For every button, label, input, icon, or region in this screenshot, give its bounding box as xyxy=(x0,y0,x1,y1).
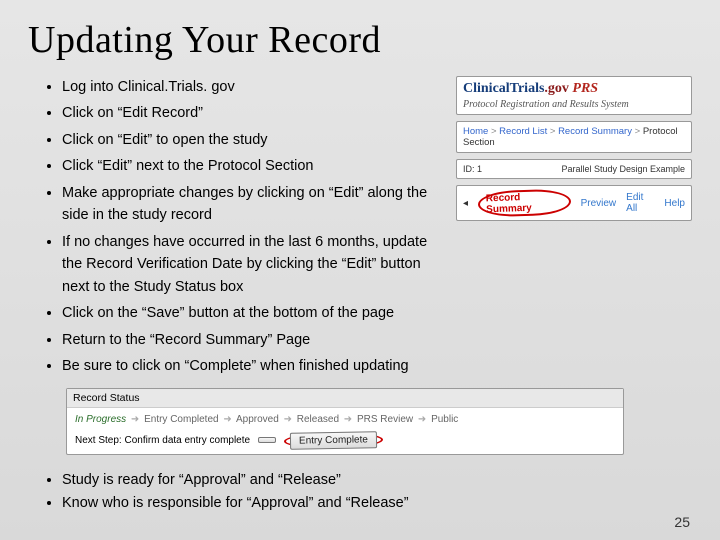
logo-text: PRS xyxy=(569,81,598,96)
preview-link[interactable]: Preview xyxy=(581,198,617,209)
record-title: Parallel Study Design Example xyxy=(561,164,685,174)
status-step: PRS Review xyxy=(357,414,413,425)
arrow-right-icon: ➜ xyxy=(129,414,141,425)
list-item: Be sure to click on “Complete” when fini… xyxy=(62,355,444,377)
status-step: Released xyxy=(297,414,339,425)
secondary-button[interactable] xyxy=(258,437,276,443)
status-step: Approved xyxy=(236,414,279,425)
list-item: Click on “Edit Record” xyxy=(62,102,444,124)
list-item: Click on the “Save” button at the bottom… xyxy=(62,302,444,324)
logo-text: ClinicalTrials xyxy=(463,81,544,96)
prs-screenshot-stack: ClinicalTrials.gov PRS Protocol Registra… xyxy=(456,76,692,382)
bullet-list-lower: Study is ready for “Approval” and “Relea… xyxy=(28,469,692,515)
crumb-sep: > xyxy=(491,126,499,137)
crumb-link[interactable]: Record Summary xyxy=(558,126,632,137)
list-item: Study is ready for “Approval” and “Relea… xyxy=(62,469,692,492)
slide-title: Updating Your Record xyxy=(28,18,692,62)
edit-all-link[interactable]: Edit All xyxy=(626,192,654,214)
logo-text: .gov xyxy=(544,81,569,96)
list-item: Click “Edit” next to the Protocol Sectio… xyxy=(62,155,444,177)
list-item: Make appropriate changes by clicking on … xyxy=(62,182,444,227)
page-number: 25 xyxy=(674,514,690,530)
nav-row-card: ◂ Record Summary Preview Edit All Help xyxy=(456,185,692,221)
chevron-left-icon: ◂ xyxy=(463,198,468,209)
crumb-sep: > xyxy=(550,126,558,137)
arrow-right-icon: ➜ xyxy=(282,414,294,425)
record-summary-link[interactable]: Record Summary xyxy=(478,188,571,217)
help-link[interactable]: Help xyxy=(664,198,685,209)
arrow-right-icon: ➜ xyxy=(221,414,233,425)
list-item: Log into Clinical.Trials. gov xyxy=(62,76,444,98)
crumb-link[interactable]: Record List xyxy=(499,126,547,137)
list-item: Click on “Edit” to open the study xyxy=(62,129,444,151)
arrow-right-icon: ➜ xyxy=(416,414,428,425)
record-status-heading: Record Status xyxy=(67,389,623,408)
prs-subtitle: Protocol Registration and Results System xyxy=(463,99,685,110)
crumb-sep: > xyxy=(635,126,643,137)
record-id: ID: 1 xyxy=(463,164,482,174)
crumb-link[interactable]: Home xyxy=(463,126,488,137)
status-step: Entry Completed xyxy=(144,414,218,425)
status-flow: In Progress ➜ Entry Completed ➜ Approved… xyxy=(75,414,615,425)
next-step-label: Next Step: Confirm data entry complete xyxy=(75,435,250,446)
list-item: Know who is responsible for “Approval” a… xyxy=(62,492,692,515)
arrow-right-icon: ➜ xyxy=(342,414,354,425)
prs-header-card: ClinicalTrials.gov PRS Protocol Registra… xyxy=(456,76,692,115)
record-status-screenshot: Record Status In Progress ➜ Entry Comple… xyxy=(66,388,624,455)
entry-complete-button[interactable]: Entry Complete xyxy=(290,431,377,450)
status-step: Public xyxy=(431,414,458,425)
status-step-current: In Progress xyxy=(75,414,126,425)
bullet-list: Log into Clinical.Trials. gov Click on “… xyxy=(28,76,444,382)
id-card: ID: 1 Parallel Study Design Example xyxy=(456,159,692,179)
list-item: If no changes have occurred in the last … xyxy=(62,231,444,298)
list-item: Return to the “Record Summary” Page xyxy=(62,329,444,351)
breadcrumb-card: Home > Record List > Record Summary > Pr… xyxy=(456,121,692,153)
prs-logo: ClinicalTrials.gov PRS xyxy=(463,81,685,97)
